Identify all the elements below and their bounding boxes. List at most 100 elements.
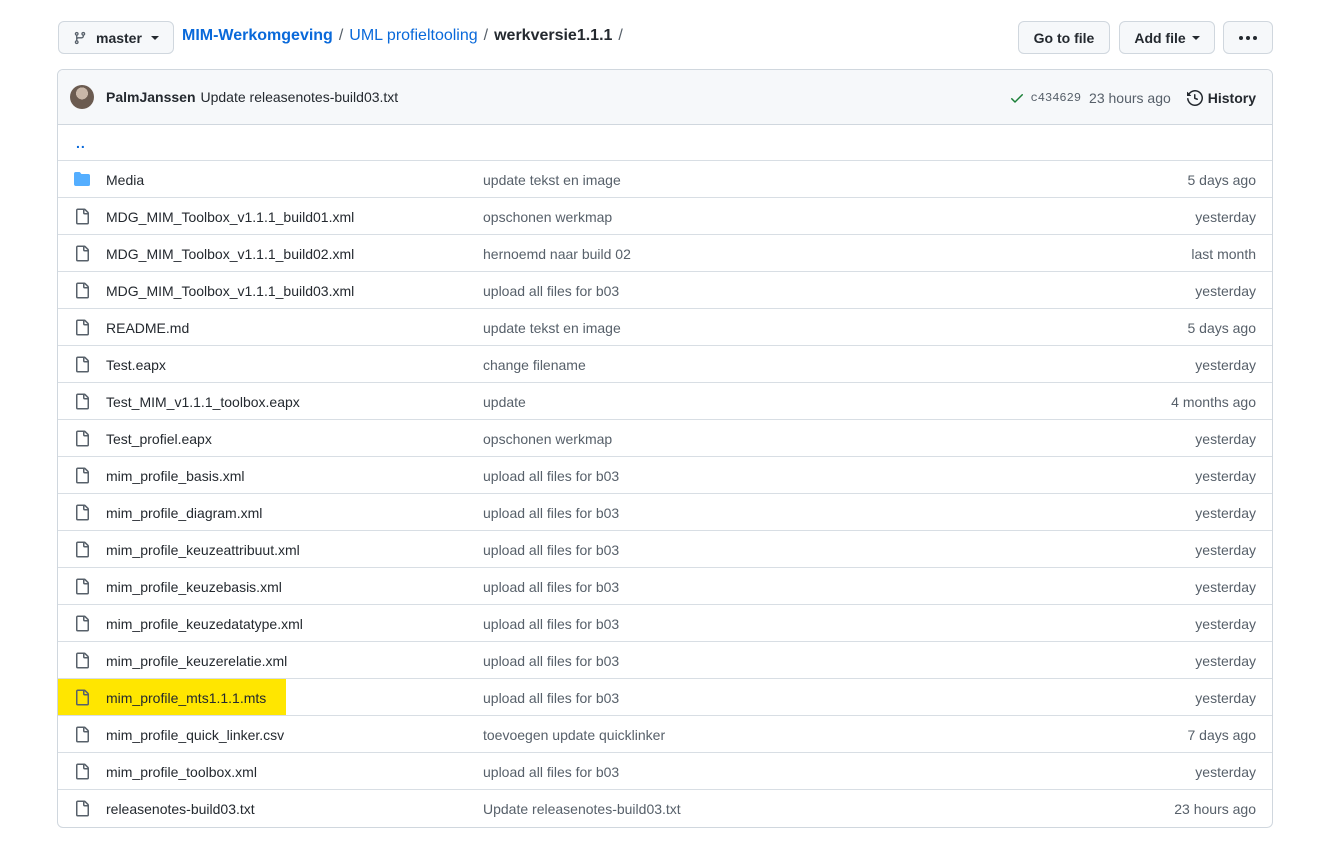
file-commit-message-link[interactable]: upload all files for b03	[483, 764, 619, 780]
history-link[interactable]: History	[1186, 89, 1256, 106]
file-icon	[74, 504, 90, 521]
file-row[interactable]: Test_profiel.eapx opschonen werkmap yester…	[58, 420, 1272, 457]
file-row[interactable]: mim_profile_toolbox.xml upload all files …	[58, 753, 1272, 790]
file-name-link[interactable]: releasenotes-build03.txt	[106, 801, 255, 817]
file-name-link[interactable]: README.md	[106, 320, 189, 336]
file-row[interactable]: mim_profile_quick_linker.csv toevoegen up…	[58, 716, 1272, 753]
history-label: History	[1207, 89, 1256, 106]
file-name-link[interactable]: mim_profile_quick_linker.csv	[106, 727, 284, 743]
add-file-button[interactable]: Add file	[1119, 21, 1215, 54]
commit-time: 23 hours ago	[1089, 89, 1171, 106]
file-icon	[74, 467, 90, 484]
file-icon	[74, 319, 90, 336]
file-commit-message-link[interactable]: upload all files for b03	[483, 653, 619, 669]
file-commit-age: yesterday	[1195, 653, 1256, 669]
file-commit-age: yesterday	[1195, 579, 1256, 595]
file-commit-message-link[interactable]: toevoegen update quicklinker	[483, 727, 665, 743]
file-icon	[74, 689, 90, 706]
file-name-link[interactable]: Test_profiel.eapx	[106, 431, 212, 447]
file-row[interactable]: mim_profile_keuzedatatype.xml upload all …	[58, 605, 1272, 642]
file-icon	[74, 615, 90, 632]
file-name-link[interactable]: mim_profile_toolbox.xml	[106, 764, 257, 780]
file-row[interactable]: mim_profile_mts1.1.1.mts upload all files…	[58, 679, 1272, 716]
file-row[interactable]: MDG_MIM_Toolbox_v1.1.1_build01.xml opscho…	[58, 198, 1272, 235]
file-commit-message-link[interactable]: update tekst en image	[483, 172, 621, 188]
file-row[interactable]: mim_profile_basis.xml upload all files fo…	[58, 457, 1272, 494]
file-row[interactable]: mim_profile_keuzerelatie.xml upload all f…	[58, 642, 1272, 679]
file-row[interactable]: README.md update tekst en image 5 days ago	[58, 309, 1272, 346]
chevron-down-icon	[150, 35, 159, 40]
file-name-link[interactable]: Test_MIM_v1.1.1_toolbox.eapx	[106, 394, 300, 410]
breadcrumb-folder-link[interactable]: UML profieltooling	[349, 27, 477, 45]
commit-message-link[interactable]: Update releasenotes-build03.txt	[201, 89, 399, 105]
file-row[interactable]: MDG_MIM_Toolbox_v1.1.1_build02.xml hernoe…	[58, 235, 1272, 272]
file-row[interactable]: Test.eapx change filename yesterday	[58, 346, 1272, 383]
file-name-link[interactable]: mim_profile_basis.xml	[106, 468, 244, 484]
file-commit-age: yesterday	[1195, 209, 1256, 225]
breadcrumb-separator: /	[338, 27, 344, 44]
file-name-link[interactable]: MDG_MIM_Toolbox_v1.1.1_build01.xml	[106, 209, 354, 225]
file-commit-age: 5 days ago	[1187, 172, 1257, 188]
file-name-link[interactable]: mim_profile_keuzebasis.xml	[106, 579, 282, 595]
file-commit-message-link[interactable]: opschonen werkmap	[483, 209, 612, 225]
file-name-link[interactable]: mim_profile_keuzeattribuut.xml	[106, 542, 300, 558]
file-name-link[interactable]: MDG_MIM_Toolbox_v1.1.1_build02.xml	[106, 246, 354, 262]
file-row[interactable]: mim_profile_keuzebasis.xml upload all fil…	[58, 568, 1272, 605]
history-icon	[1186, 89, 1203, 106]
file-commit-message-link[interactable]: opschonen werkmap	[483, 431, 612, 447]
file-icon	[74, 726, 90, 743]
file-icon	[74, 652, 90, 669]
file-name-link[interactable]: mim_profile_keuzerelatie.xml	[106, 653, 287, 669]
breadcrumb-current: werkversie1.1.1	[494, 27, 613, 44]
file-name-link[interactable]: Test.eapx	[106, 357, 166, 373]
breadcrumb-separator: /	[483, 27, 489, 44]
file-name-link[interactable]: mim_profile_mts1.1.1.mts	[106, 690, 266, 706]
file-commit-message-link[interactable]: upload all files for b03	[483, 468, 619, 484]
file-commit-age: 23 hours ago	[1174, 801, 1256, 817]
file-commit-message-link[interactable]: Update releasenotes-build03.txt	[483, 801, 681, 817]
chevron-down-icon	[1191, 35, 1200, 40]
parent-directory-link[interactable]: ..	[76, 135, 86, 151]
file-commit-age: yesterday	[1195, 357, 1256, 373]
branch-name: master	[96, 29, 142, 46]
file-name-link[interactable]: mim_profile_diagram.xml	[106, 505, 262, 521]
file-commit-message-link[interactable]: change filename	[483, 357, 586, 373]
commit-author-link[interactable]: PalmJanssen	[106, 89, 196, 105]
file-row[interactable]: MDG_MIM_Toolbox_v1.1.1_build03.xml upload…	[58, 272, 1272, 309]
file-list: Media update tekst en image 5 days ago MDG_…	[58, 161, 1272, 827]
file-commit-message-link[interactable]: update	[483, 394, 526, 410]
file-row[interactable]: mim_profile_keuzeattribuut.xml upload all…	[58, 531, 1272, 568]
avatar[interactable]	[70, 85, 94, 109]
file-icon	[74, 356, 90, 373]
branch-select-button[interactable]: master	[58, 21, 174, 54]
file-row[interactable]: Test_MIM_v1.1.1_toolbox.eapx update 4 mont…	[58, 383, 1272, 420]
commit-meta: c434629 23 hours ago History	[1009, 70, 1256, 125]
file-icon	[74, 282, 90, 299]
commit-sha-link[interactable]: c434629	[1031, 91, 1081, 105]
file-commit-message-link[interactable]: upload all files for b03	[483, 616, 619, 632]
file-row[interactable]: releasenotes-build03.txt Update releaseno…	[58, 790, 1272, 827]
file-icon	[74, 245, 90, 262]
file-commit-message-link[interactable]: upload all files for b03	[483, 542, 619, 558]
git-branch-icon	[73, 30, 87, 46]
file-commit-message-link[interactable]: hernoemd naar build 02	[483, 246, 631, 262]
file-commit-message-link[interactable]: upload all files for b03	[483, 505, 619, 521]
file-name-link[interactable]: MDG_MIM_Toolbox_v1.1.1_build03.xml	[106, 283, 354, 299]
file-commit-message-link[interactable]: upload all files for b03	[483, 283, 619, 299]
file-commit-age: yesterday	[1195, 764, 1256, 780]
breadcrumb-repo-link[interactable]: MIM-Werkomgeving	[182, 27, 333, 45]
file-commit-message-link[interactable]: upload all files for b03	[483, 579, 619, 595]
file-row[interactable]: mim_profile_diagram.xml upload all files …	[58, 494, 1272, 531]
parent-directory-row[interactable]: ..	[58, 125, 1272, 161]
file-commit-message-link[interactable]: upload all files for b03	[483, 690, 619, 706]
more-options-button[interactable]	[1223, 21, 1273, 54]
file-icon	[74, 393, 90, 410]
file-icon	[74, 208, 90, 225]
check-icon[interactable]	[1009, 90, 1025, 106]
file-name-link[interactable]: Media	[106, 172, 144, 188]
file-commit-age: yesterday	[1195, 616, 1256, 632]
file-name-link[interactable]: mim_profile_keuzedatatype.xml	[106, 616, 303, 632]
file-commit-message-link[interactable]: update tekst en image	[483, 320, 621, 336]
file-row[interactable]: Media update tekst en image 5 days ago	[58, 161, 1272, 198]
go-to-file-button[interactable]: Go to file	[1018, 21, 1110, 54]
